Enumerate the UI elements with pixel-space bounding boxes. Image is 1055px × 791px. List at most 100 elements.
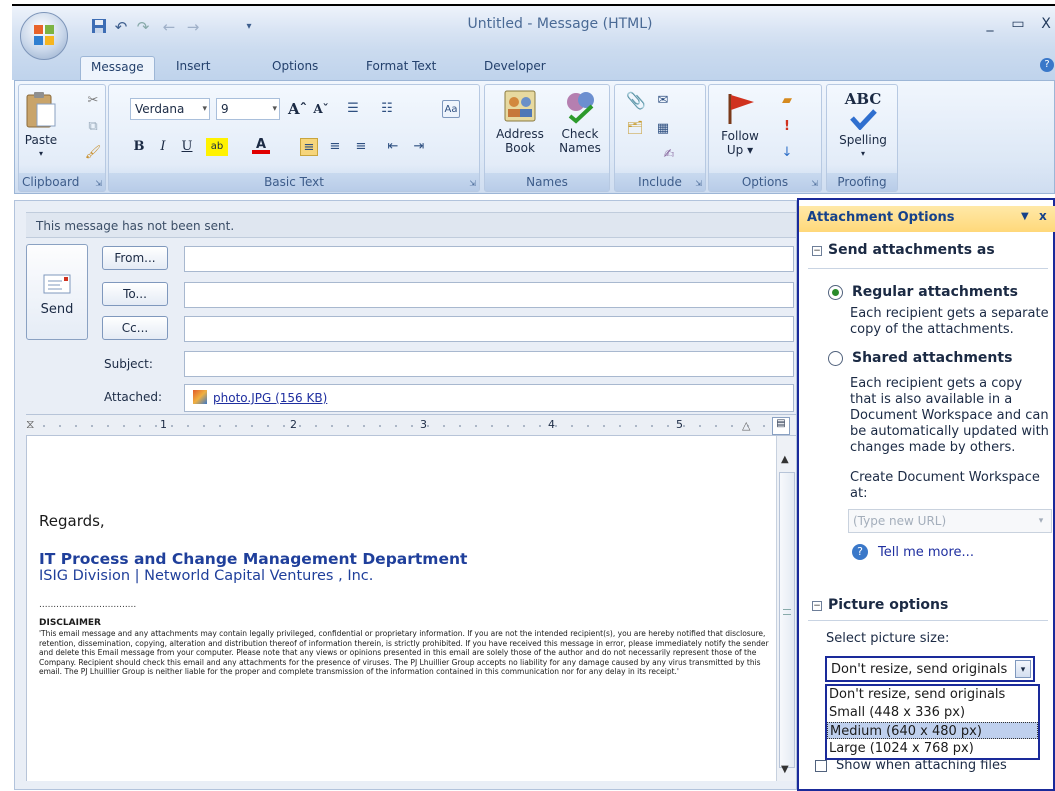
divider [808,620,1048,621]
calendar-icon[interactable]: ▦ [654,120,672,138]
info-bar: This message has not been sent. [26,212,796,238]
check-names-icon [567,92,594,124]
maximize-button[interactable]: ▭ [1008,16,1028,32]
help-icon[interactable]: ? [1040,58,1054,72]
send-attachments-section[interactable]: − Send attachments as [812,242,995,258]
picture-size-select[interactable]: Don't resize, send originals ▾ [825,656,1035,682]
bold-button[interactable]: B [130,138,148,156]
to-field[interactable] [184,282,794,308]
tab-format-text[interactable]: Format Text [356,56,446,78]
follow-up-button[interactable]: Follow Up ▾ [714,90,766,176]
align-center-icon[interactable]: ≡ [326,138,344,156]
scroll-down-icon[interactable]: ▼ [781,764,789,775]
right-indent-marker[interactable]: △ [742,419,750,432]
font-size-combo[interactable]: 9 ▾ [216,98,280,120]
save-icon[interactable] [90,18,108,36]
regular-attachments-label[interactable]: Regular attachments [852,284,1018,300]
scroll-up-icon[interactable]: ▲ [781,454,789,465]
show-when-attaching-label[interactable]: Show when attaching files [836,758,1007,774]
picture-size-option[interactable]: Medium (640 x 480 px) [827,722,1038,739]
tab-options[interactable]: Options [262,56,328,78]
close-button[interactable]: X [1036,16,1055,32]
numbering-icon[interactable]: ☷ [378,100,396,118]
chevron-down-icon[interactable]: ▾ [1015,660,1031,678]
view-ruler-icon[interactable]: ▤ [772,417,790,435]
grow-font-icon[interactable]: Aˆ [288,100,307,118]
check-names-button[interactable]: Check Names [552,88,608,174]
signature-icon[interactable]: ✍ [660,146,678,164]
cc-button[interactable]: Cc... [102,316,168,340]
tab-developer[interactable]: Developer [474,56,556,78]
paste-dropdown-icon[interactable]: ▾ [22,147,60,161]
customize-qat-icon[interactable]: ▾ [240,18,258,36]
paste-label: Paste [24,133,58,147]
picture-options-section[interactable]: − Picture options [812,597,948,613]
send-button[interactable]: Send [26,244,88,340]
address-book-button[interactable]: Address Book [492,88,548,174]
attach-item-icon[interactable]: ✉ [654,92,672,110]
subject-field[interactable] [184,351,794,377]
spelling-button[interactable]: ABC Spelling ▾ [834,90,892,176]
help-icon[interactable]: ? [852,544,868,560]
business-card-icon[interactable]: 🗂 [626,120,644,138]
chevron-down-icon: ▾ [272,104,277,114]
redo-icon[interactable]: ↷ [134,18,152,36]
show-when-attaching-checkbox[interactable] [815,760,827,772]
italic-button[interactable]: I [154,138,172,156]
attach-file-icon[interactable]: 📎 [626,92,646,110]
collapse-icon[interactable]: − [812,246,822,256]
font-color-icon[interactable]: A [252,136,270,154]
shared-attachments-desc: Each recipient gets a copy that is also … [850,376,1049,455]
from-button[interactable]: From... [102,246,168,270]
next-item-icon[interactable]: → [184,18,202,36]
dialog-launcher-icon[interactable]: ⇲ [695,179,702,188]
tab-insert[interactable]: Insert [166,56,220,78]
dialog-launcher-icon[interactable]: ⇲ [811,179,818,188]
low-importance-icon[interactable]: ↓ [778,144,796,162]
bullets-icon[interactable]: ☰ [344,100,362,118]
underline-button[interactable]: U [178,138,196,156]
tab-message[interactable]: Message [80,56,155,82]
collapse-icon[interactable]: − [812,601,822,611]
increase-indent-icon[interactable]: ⇥ [410,138,428,156]
pane-close-icon[interactable]: x [1039,209,1047,223]
styles-icon[interactable]: Aa [442,100,460,118]
cut-icon[interactable]: ✂ [84,92,102,110]
highlight-icon[interactable]: ab [206,138,228,156]
font-name-combo[interactable]: Verdana ▾ [130,98,210,120]
dialog-launcher-icon[interactable]: ⇲ [95,179,102,188]
categorize-icon[interactable]: ▰ [778,92,796,110]
high-importance-icon[interactable]: ! [778,118,796,136]
align-right-icon[interactable]: ≡ [352,138,370,156]
copy-icon[interactable]: ⧉ [84,118,102,136]
attachment-link[interactable]: photo.JPG (156 KB) [213,391,327,405]
shared-attachments-label[interactable]: Shared attachments [852,350,1012,366]
window-title: Untitled - Message (HTML) [467,16,653,32]
decrease-indent-icon[interactable]: ⇤ [384,138,402,156]
shared-attachments-radio[interactable] [828,351,843,366]
to-button[interactable]: To... [102,282,168,306]
align-left-icon[interactable]: ≡ [300,138,318,156]
picture-size-option[interactable]: Small (448 x 336 px) [827,704,1038,721]
left-indent-marker[interactable]: ⧖ [26,417,34,432]
chevron-down-icon: ▾ [1038,516,1044,526]
picture-size-option[interactable]: Large (1024 x 768 px) [827,740,1038,757]
format-painter-icon[interactable]: 🖌 [84,144,102,162]
picture-size-selected: Don't resize, send originals [831,662,1008,677]
cc-field[interactable] [184,316,794,342]
dialog-launcher-icon[interactable]: ⇲ [469,179,476,188]
from-field[interactable] [184,246,794,272]
tell-me-more-link[interactable]: Tell me more... [878,545,974,561]
shrink-font-icon[interactable]: Aˇ [312,100,330,118]
vertical-scrollbar[interactable]: ▲ ▼ [776,436,796,781]
regular-attachments-radio[interactable] [828,285,843,300]
previous-item-icon[interactable]: ← [160,18,178,36]
message-body[interactable]: Regards, IT Process and Change Managemen… [26,436,776,781]
picture-size-option[interactable]: Don't resize, send originals [827,686,1038,703]
paste-button[interactable]: Paste ▾ [22,90,60,176]
chevron-down-icon: ▾ [860,149,865,158]
undo-icon[interactable]: ↶ [112,18,130,36]
scroll-thumb[interactable] [779,472,795,768]
minimize-button[interactable]: _ [980,16,1000,32]
pane-menu-icon[interactable]: ▼ [1021,211,1029,222]
